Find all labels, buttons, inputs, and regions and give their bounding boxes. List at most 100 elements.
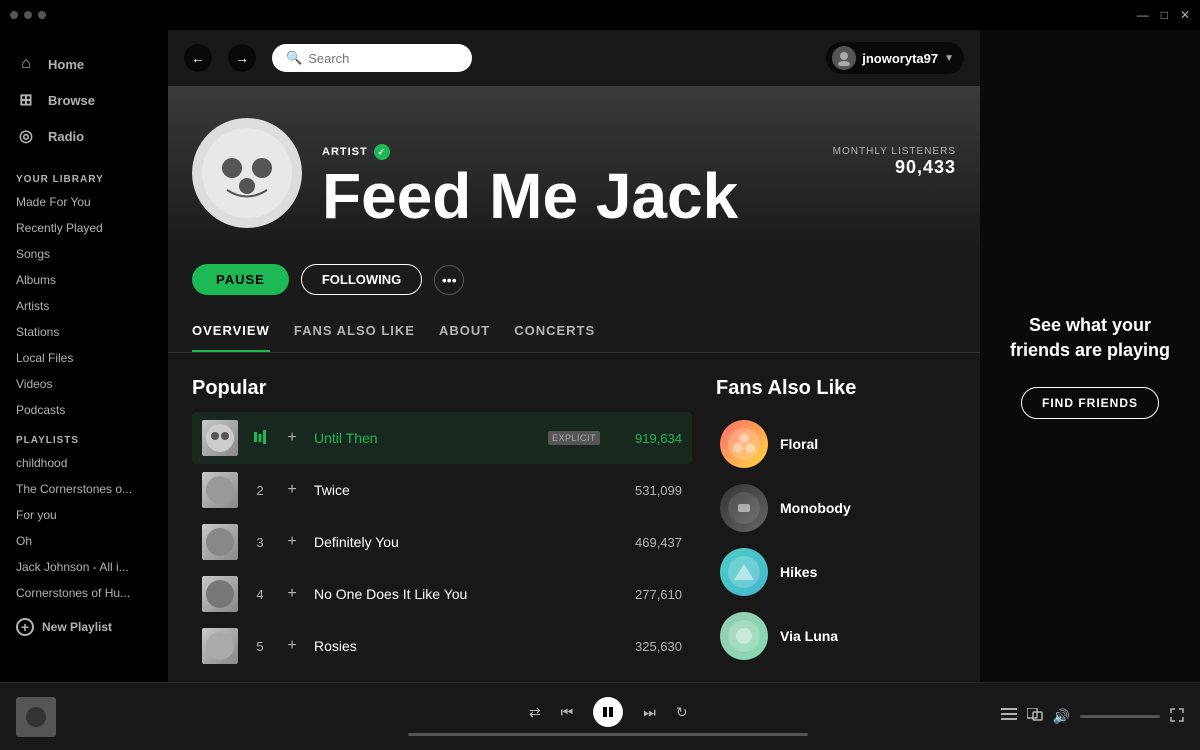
track-number bbox=[250, 430, 270, 447]
track-thumbnail bbox=[202, 576, 238, 612]
track-item[interactable]: + Until Then EXPLICIT 919,634 bbox=[192, 412, 692, 464]
sidebar-item-made-for-you[interactable]: Made For You bbox=[0, 189, 168, 215]
tab-fans-also-like[interactable]: FANS ALSO LIKE bbox=[294, 311, 415, 352]
track-plays: 277,610 bbox=[612, 587, 682, 602]
playlist-item-childhood[interactable]: childhood bbox=[0, 450, 168, 476]
sidebar-item-artists[interactable]: Artists bbox=[0, 293, 168, 319]
fan-item-floral[interactable]: Floral bbox=[716, 412, 956, 476]
titlebar-dots bbox=[10, 11, 46, 19]
repeat-button[interactable]: ↻ bbox=[676, 704, 688, 721]
close-button[interactable]: ✕ bbox=[1180, 8, 1190, 22]
sidebar-item-recently-played[interactable]: Recently Played bbox=[0, 215, 168, 241]
fans-also-like-title: Fans Also Like bbox=[716, 377, 956, 400]
shuffle-button[interactable]: ⇄ bbox=[529, 704, 541, 721]
sidebar-item-albums[interactable]: Albums bbox=[0, 267, 168, 293]
topbar: ← → 🔍 jnoworyta97 ▼ bbox=[168, 30, 980, 86]
sidebar-item-radio[interactable]: ◎ Radio bbox=[0, 118, 168, 154]
now-playing-thumb bbox=[16, 697, 56, 737]
sidebar-item-home[interactable]: ⌂ Home bbox=[0, 46, 168, 82]
playlist-item-jack-johnson[interactable]: Jack Johnson - All i... bbox=[0, 554, 168, 580]
track-number: 5 bbox=[250, 639, 270, 654]
track-item[interactable]: 5 + Rosies 325,630 bbox=[192, 620, 692, 672]
pause-button[interactable]: PAUSE bbox=[192, 264, 289, 295]
fullscreen-button[interactable] bbox=[1170, 708, 1184, 725]
following-button[interactable]: FOLLOWING bbox=[301, 264, 422, 295]
track-number: 2 bbox=[250, 483, 270, 498]
topbar-right: jnoworyta97 ▼ bbox=[826, 42, 964, 74]
playlist-item-oh[interactable]: Oh bbox=[0, 528, 168, 554]
user-badge[interactable]: jnoworyta97 ▼ bbox=[826, 42, 964, 74]
popular-title: Popular bbox=[192, 377, 692, 400]
tab-overview[interactable]: OVERVIEW bbox=[192, 311, 270, 352]
sidebar-item-label: Browse bbox=[48, 93, 95, 108]
player-controls: ⇄ ⏮ ⏭ ↻ bbox=[529, 697, 688, 727]
main-scroll: ARTIST ✓ Feed Me Jack MONTHLY LISTENERS … bbox=[168, 86, 980, 682]
find-friends-button[interactable]: FIND FRIENDS bbox=[1021, 387, 1159, 419]
sidebar-item-podcasts[interactable]: Podcasts bbox=[0, 397, 168, 423]
username: jnoworyta97 bbox=[862, 51, 938, 66]
artist-stats: MONTHLY LISTENERS 90,433 bbox=[833, 146, 956, 178]
track-item[interactable]: 4 + No One Does It Like You 277,610 bbox=[192, 568, 692, 620]
track-thumbnail bbox=[202, 420, 238, 456]
content-grid: Popular + Until Then EXPLICIT 919,634 bbox=[168, 353, 980, 682]
player-left bbox=[16, 697, 216, 737]
back-button[interactable]: ← bbox=[184, 44, 212, 72]
fan-avatar bbox=[720, 484, 768, 532]
queue-button[interactable] bbox=[1001, 708, 1017, 725]
maximize-button[interactable]: □ bbox=[1161, 8, 1168, 22]
titlebar-dot bbox=[24, 11, 32, 19]
fan-avatar bbox=[720, 612, 768, 660]
fan-item-via-luna[interactable]: Via Luna bbox=[716, 604, 956, 668]
sidebar: ⌂ Home ⊞ Browse ◎ Radio YOUR LIBRARY Mad… bbox=[0, 30, 168, 682]
titlebar-dot bbox=[38, 11, 46, 19]
find-friends-text: See what your friends are playing bbox=[1000, 313, 1180, 363]
fan-name: Via Luna bbox=[780, 628, 838, 644]
add-track-button[interactable]: + bbox=[282, 637, 302, 655]
previous-button[interactable]: ⏮ bbox=[561, 704, 574, 721]
popular-section: Popular + Until Then EXPLICIT 919,634 bbox=[192, 377, 692, 682]
sidebar-item-local-files[interactable]: Local Files bbox=[0, 345, 168, 371]
search-icon: 🔍 bbox=[286, 50, 302, 66]
new-playlist-button[interactable]: + New Playlist bbox=[0, 606, 168, 644]
devices-button[interactable] bbox=[1027, 708, 1043, 725]
sidebar-item-stations[interactable]: Stations bbox=[0, 319, 168, 345]
sidebar-item-browse[interactable]: ⊞ Browse bbox=[0, 82, 168, 118]
player-progress-bar[interactable] bbox=[408, 733, 808, 736]
add-track-button[interactable]: + bbox=[282, 429, 302, 447]
chevron-down-icon: ▼ bbox=[944, 53, 954, 64]
play-pause-button[interactable] bbox=[593, 697, 623, 727]
track-plays: 325,630 bbox=[612, 639, 682, 654]
app-body: ⌂ Home ⊞ Browse ◎ Radio YOUR LIBRARY Mad… bbox=[0, 30, 1200, 682]
minimize-button[interactable]: — bbox=[1137, 8, 1149, 22]
track-item[interactable]: 2 + Twice 531,099 bbox=[192, 464, 692, 516]
next-button[interactable]: ⏭ bbox=[643, 704, 656, 721]
add-track-button[interactable]: + bbox=[282, 533, 302, 551]
forward-button[interactable]: → bbox=[228, 44, 256, 72]
verified-badge: ✓ bbox=[374, 144, 390, 160]
fan-item-hikes[interactable]: Hikes bbox=[716, 540, 956, 604]
playlist-item-for-you[interactable]: For you bbox=[0, 502, 168, 528]
volume-slider[interactable] bbox=[1080, 715, 1160, 718]
fan-item-monobody[interactable]: Monobody bbox=[716, 476, 956, 540]
sidebar-nav: ⌂ Home ⊞ Browse ◎ Radio bbox=[0, 30, 168, 162]
playlists-title: PLAYLISTS bbox=[0, 423, 168, 450]
add-track-button[interactable]: + bbox=[282, 585, 302, 603]
sidebar-item-videos[interactable]: Videos bbox=[0, 371, 168, 397]
track-name: Rosies bbox=[314, 638, 600, 654]
track-item[interactable]: 3 + Definitely You 469,437 bbox=[192, 516, 692, 568]
playlist-item-cornerstones-hu[interactable]: Cornerstones of Hu... bbox=[0, 580, 168, 606]
monthly-listeners-count: 90,433 bbox=[833, 157, 956, 178]
add-track-button[interactable]: + bbox=[282, 481, 302, 499]
artist-image bbox=[192, 118, 302, 228]
sidebar-item-songs[interactable]: Songs bbox=[0, 241, 168, 267]
tab-concerts[interactable]: CONCERTS bbox=[514, 311, 595, 352]
more-button[interactable]: ••• bbox=[434, 265, 464, 295]
tab-about[interactable]: ABOUT bbox=[439, 311, 490, 352]
home-icon: ⌂ bbox=[16, 54, 36, 74]
search-input[interactable] bbox=[308, 51, 448, 66]
track-plays: 531,099 bbox=[612, 483, 682, 498]
artist-tabs: OVERVIEW FANS ALSO LIKE ABOUT CONCERTS bbox=[168, 311, 980, 353]
track-name: Twice bbox=[314, 482, 600, 498]
track-plays: 919,634 bbox=[612, 431, 682, 446]
playlist-item-cornerstones[interactable]: The Cornerstones o... bbox=[0, 476, 168, 502]
